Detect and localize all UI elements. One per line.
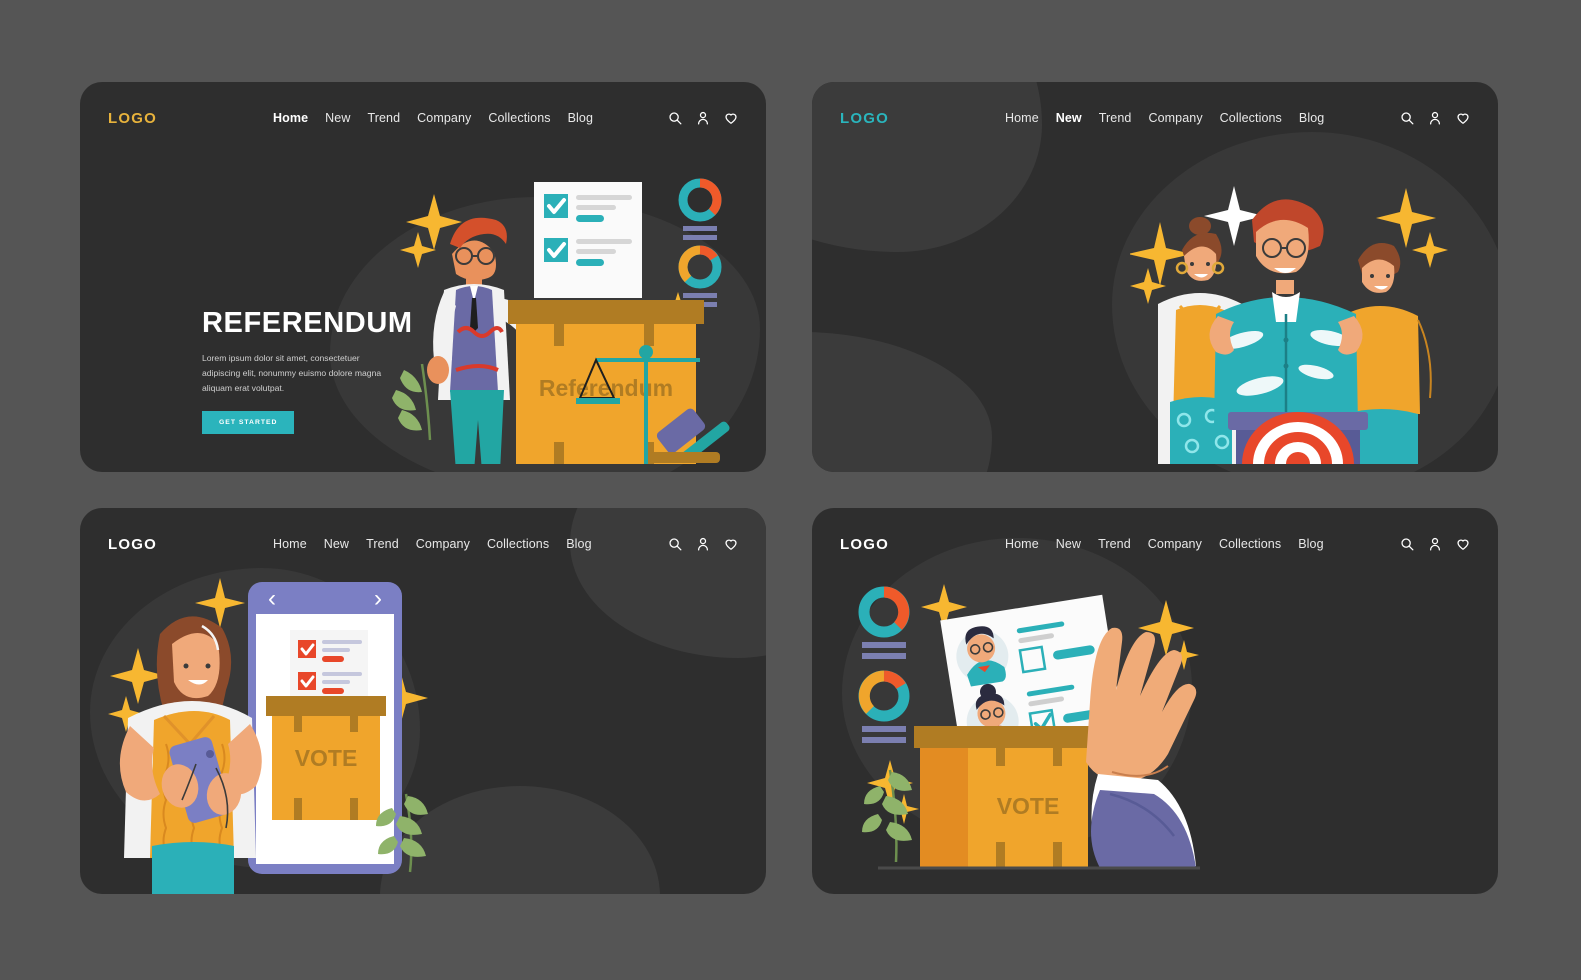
nav-link-home[interactable]: Home	[1005, 537, 1039, 551]
nav-link-blog[interactable]: Blog	[1299, 111, 1324, 125]
phone-mockup: ‹ › VOTE	[248, 582, 402, 874]
ballot-box: VOTE	[914, 726, 1094, 868]
nav-link-trend[interactable]: Trend	[366, 537, 399, 551]
phone-next-arrow: ›	[374, 585, 382, 612]
nav-link-company[interactable]: Company	[1148, 111, 1202, 125]
nav-link-blog[interactable]: Blog	[1298, 537, 1323, 551]
election-illustration: VOTE	[848, 578, 1208, 878]
heart-icon[interactable]	[1456, 537, 1470, 551]
ballot-box-label: VOTE	[295, 745, 358, 771]
nav-links: Home New Trend Company Collections Blog	[1005, 537, 1324, 551]
nav-link-collections[interactable]: Collections	[1220, 111, 1282, 125]
get-started-button[interactable]: GET STARTED	[202, 410, 295, 434]
nav-icons	[668, 111, 738, 125]
nav-link-trend[interactable]: Trend	[367, 111, 400, 125]
woman-with-smartphone	[119, 616, 262, 894]
user-icon[interactable]	[696, 111, 710, 125]
logo[interactable]: LOGO	[108, 536, 157, 553]
panel-election: LOGO Home New Trend Company Collections …	[812, 508, 1498, 894]
nav-link-collections[interactable]: Collections	[488, 111, 550, 125]
referendum-illustration: Referendum	[382, 174, 752, 464]
nav-link-home[interactable]: Home	[273, 111, 308, 125]
heart-icon[interactable]	[724, 111, 738, 125]
search-icon[interactable]	[1400, 111, 1414, 125]
user-icon[interactable]	[1428, 111, 1442, 125]
logo[interactable]: LOGO	[840, 536, 889, 553]
donut-charts	[858, 586, 910, 743]
donut-charts	[678, 178, 722, 307]
nav-link-blog[interactable]: Blog	[566, 537, 591, 551]
nav-link-new[interactable]: New	[1056, 537, 1081, 551]
nav-link-trend[interactable]: Trend	[1098, 537, 1131, 551]
nav-link-company[interactable]: Company	[417, 111, 471, 125]
nav-link-blog[interactable]: Blog	[568, 111, 593, 125]
hand-inserting-ballot	[1086, 627, 1197, 868]
nav-link-collections[interactable]: Collections	[487, 537, 549, 551]
podium	[1228, 412, 1368, 464]
panel-absentee-ballot: LOGO Home New Trend Company Collections …	[80, 508, 766, 894]
user-icon[interactable]	[1428, 537, 1442, 551]
logo[interactable]: LOGO	[840, 110, 889, 127]
search-icon[interactable]	[668, 111, 682, 125]
nav-link-home[interactable]: Home	[273, 537, 307, 551]
nav-icons	[1400, 111, 1470, 125]
ballot-box-label: VOTE	[997, 793, 1060, 819]
nav-icons	[668, 537, 738, 551]
page-title: REFERENDUM	[202, 307, 413, 339]
logo[interactable]: LOGO	[108, 110, 157, 127]
nav-link-home[interactable]: Home	[1005, 111, 1039, 125]
hero-referendum: REFERENDUM Lorem ipsum dolor sit amet, c…	[202, 307, 413, 434]
search-icon[interactable]	[1400, 537, 1414, 551]
nav-links: Home New Trend Company Collections Blog	[273, 537, 592, 551]
page-canvas: LOGO Home New Trend Company Collections …	[0, 0, 1581, 980]
nav-link-trend[interactable]: Trend	[1099, 111, 1132, 125]
ballot-box: VOTE	[266, 696, 386, 820]
absentee-ballot-illustration: ‹ › VOTE	[106, 568, 456, 894]
search-icon[interactable]	[668, 537, 682, 551]
panel-referendum: LOGO Home New Trend Company Collections …	[80, 82, 766, 472]
hero-description: Lorem ipsum dolor sit amet, consectetuer…	[202, 353, 382, 394]
nav-links: Home New Trend Company Collections Blog	[273, 111, 593, 125]
nav-link-company[interactable]: Company	[1148, 537, 1202, 551]
navbar-election: LOGO Home New Trend Company Collections …	[812, 508, 1498, 580]
phone-prev-arrow: ‹	[268, 585, 276, 612]
heart-icon[interactable]	[724, 537, 738, 551]
navbar-referendum: LOGO Home New Trend Company Collections …	[80, 82, 766, 154]
nav-links: Home New Trend Company Collections Blog	[1005, 111, 1324, 125]
background-blob	[812, 332, 992, 472]
nav-link-new[interactable]: New	[1056, 111, 1082, 125]
navbar-absentee-ballot: LOGO Home New Trend Company Collections …	[80, 508, 766, 580]
nav-link-collections[interactable]: Collections	[1219, 537, 1281, 551]
nav-icons	[1400, 537, 1470, 551]
navbar-political-party: LOGO Home New Trend Company Collections …	[812, 82, 1498, 154]
nav-link-new[interactable]: New	[324, 537, 349, 551]
panel-political-party: LOGO Home New Trend Company Collections …	[812, 82, 1498, 472]
political-party-illustration	[1130, 164, 1460, 464]
user-icon[interactable]	[696, 537, 710, 551]
nav-link-company[interactable]: Company	[416, 537, 470, 551]
nav-link-new[interactable]: New	[325, 111, 350, 125]
heart-icon[interactable]	[1456, 111, 1470, 125]
